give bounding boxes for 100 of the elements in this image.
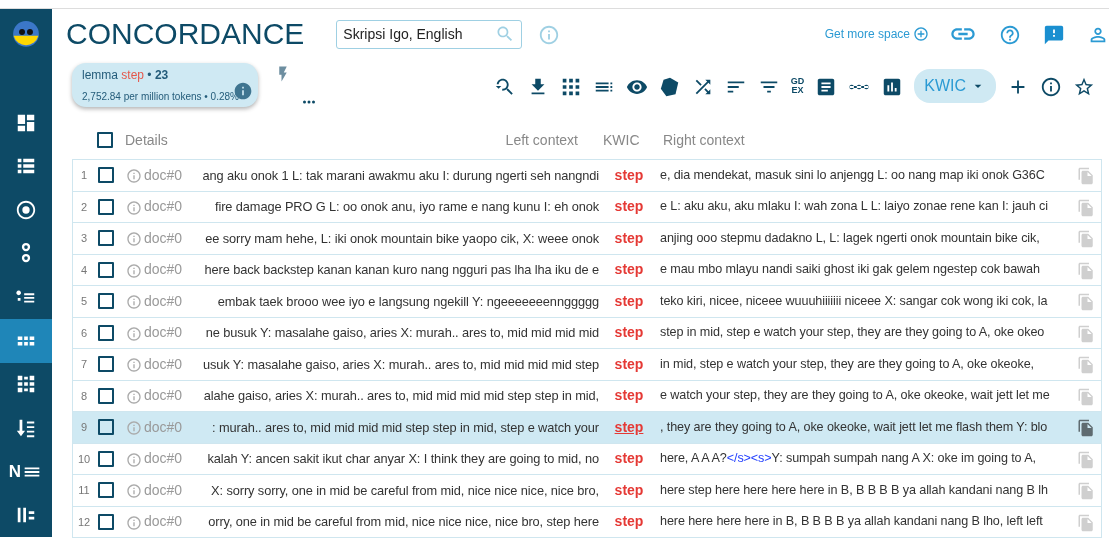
left-context: here back backstep kanan kanan kuro nang ngguri pas lha lha iku de e <box>204 262 599 278</box>
right-context: step in mid, step e watch your step, they are they going to A, oke okeo <box>660 325 1045 340</box>
doc-id: doc#0 <box>144 228 184 248</box>
page-title: CONCORDANCE <box>66 19 305 49</box>
row-number: 1 <box>79 168 89 183</box>
row-number: 5 <box>79 294 89 309</box>
row-number: 6 <box>79 325 89 341</box>
row-checkbox[interactable] <box>98 167 114 184</box>
row-checkbox[interactable] <box>98 261 114 278</box>
row-number: 4 <box>79 262 89 278</box>
concordance-row[interactable]: 12 doc#0 orry, one in mid be careful from mid, nice nice nice, nice bro, step here step here here here here in B, B B B B ya allah kandani nang B lho, left left <box>73 506 1101 538</box>
left-context: embak taek brooo wee iyo e langsung ngekill Y: ngeeeeeeennggggg <box>217 293 599 309</box>
right-context: anjing ooo stepmu dadakno L, L: lagek ngerti onok mountain bike cik, <box>660 230 1040 245</box>
keyword[interactable]: step <box>614 481 644 498</box>
left-context: ee sorry mam hehe, L: iki onok mountain bike yaopo cik, X: weee onok <box>205 230 599 246</box>
left-context: fire damage PRO G L: oo onok anu, iyo rame e nang kunu I: eh onok <box>214 199 599 215</box>
row-checkbox[interactable] <box>98 387 114 404</box>
column-header: KWIC <box>602 130 641 150</box>
left-context: X: sorry sorry, one in mid be careful from mid, nice nice nice, nice bro, <box>211 482 599 498</box>
select-all-checkbox[interactable] <box>97 132 113 148</box>
keyword[interactable]: step <box>614 450 644 467</box>
doc-id: doc#0 <box>144 323 184 343</box>
doc-id: doc#0 <box>144 354 184 374</box>
left-context: ang aku onok 1 L: tak marani awakmu aku I: durung ngerti seh nangndi <box>202 167 599 183</box>
row-number: 7 <box>79 357 89 372</box>
right-context: e, dia mendekat, masuk sini lo anjengg L: oo nang map iki onok G36C <box>660 167 1045 182</box>
keyword[interactable]: step <box>614 513 644 530</box>
concordance-row[interactable]: 2 doc#0 fire damage PRO G L: oo onok anu, iyo rame e nang kunu I: eh onok step e L: aku aku, aku mlaku I: wah zona L L: laiyo zonae rene kan I: jauh ci <box>73 191 1101 223</box>
left-context: kalah Y: ancen sakit ikut char anyar X: I think they are going to mid, no <box>207 451 599 467</box>
row-checkbox[interactable] <box>98 513 114 530</box>
keyword[interactable]: step <box>614 324 644 341</box>
row-checkbox[interactable] <box>98 419 114 436</box>
keyword[interactable]: step <box>614 198 644 215</box>
left-context: ne busuk Y: masalahe gaiso, aries X: murah.. ares to, mid mid mid mid <box>205 325 599 341</box>
left-context: alahe gaiso, aries X: murah.. ares to, mid mid mid mid step step in mid, <box>203 388 599 404</box>
column-header: Left context <box>505 130 578 150</box>
concordance-row[interactable]: 10 doc#0 kalah Y: ancen sakit ikut char anyar X: I think they are going to mid, no step here, A A A?</s><s>Y: sumpah sumpah nang A X: oke im going to A, <box>73 443 1101 475</box>
right-context: teko kiri, nicee, niceee wuuuhiiiiiii niceee X: sangar cok wong iki cok, la <box>660 293 1048 308</box>
doc-id: doc#0 <box>144 449 184 469</box>
info-icon[interactable] <box>1040 75 1062 98</box>
feedback-icon[interactable] <box>1043 23 1065 46</box>
copy-icon[interactable] <box>1077 419 1095 438</box>
right-context: here step here here here here in B, B B B B ya allah kandani nang B lh <box>660 482 1048 497</box>
sidebar-item[interactable] <box>0 318 52 363</box>
doc-id: doc#0 <box>144 197 184 217</box>
corpus-field[interactable]: Skripsi Igo, English <box>336 19 523 49</box>
keyword[interactable]: step <box>614 261 644 278</box>
column-header: Right context <box>662 130 746 150</box>
row-number: 3 <box>79 231 89 246</box>
concordance-row[interactable]: 6 doc#0 ne busuk Y: masalahe gaiso, aries X: murah.. ares to, mid mid mid mid step step in mid, step e watch your step, they are they going to A, oke okeo <box>73 317 1101 349</box>
row-number: 8 <box>79 388 89 404</box>
right-context: e mau mbo mlayu nandi saiki ghost iki gak gelem ngestep cok bawah <box>660 262 1040 277</box>
left-context: : murah.. ares to, mid mid mid mid step step in mid, step e watch your <box>212 419 599 435</box>
doc-id: doc#0 <box>144 386 184 406</box>
target-icon <box>15 198 37 221</box>
right-context: , they are they going to A, oke okeoke, wait jett let me flash them Y: blo <box>660 419 1048 434</box>
concordance-row[interactable]: 9 doc#0 : murah.. ares to, mid mid mid mid step step in mid, step e watch your step , they are they going to A, oke okeoke, wait jett let me flash them Y: blo <box>73 412 1101 444</box>
keyword[interactable]: step <box>614 166 644 183</box>
frequency-text: 2,752.84 per million tokens • 0.28% <box>82 90 240 104</box>
left-context: orry, one in mid be careful from mid, nice nice nice, nice bro, step here <box>208 514 599 530</box>
concordance-row[interactable]: 4 doc#0 here back backstep kanan kanan kuro nang ngguri pas lha lha iku de e step e mau mbo mlayu nandi saiki ghost iki gak gelem ngestep cok bawah <box>73 254 1101 286</box>
row-checkbox[interactable] <box>98 198 114 215</box>
row-checkbox[interactable] <box>98 293 114 310</box>
concordance-row[interactable]: 5 doc#0 embak taek brooo wee iyo e langsung ngekill Y: ngeeeeeeennggggg step teko kiri, nicee, niceee wuuuhiiiiiii niceee X: sangar cok wong iki cok, la <box>73 286 1101 318</box>
help-icon[interactable] <box>999 23 1021 46</box>
right-context: here here here here in B, B B B B ya allah kandani nang B lho, left left <box>660 514 1043 529</box>
keyword[interactable]: step <box>614 387 644 404</box>
keyword[interactable]: step <box>614 292 644 309</box>
concordance-row[interactable]: 1 doc#0 ang aku onok 1 L: tak marani awakmu aku I: durung ngerti seh nangndi step e, dia mendekat, masuk sini lo anjengg L: oo nang map iki onok G36C <box>73 160 1101 192</box>
row-checkbox[interactable] <box>98 482 114 499</box>
row-number: 9 <box>79 420 89 435</box>
row-number: 10 <box>76 451 92 467</box>
query-label: lemma step • 23 <box>82 67 170 84</box>
column-header: Details <box>124 130 169 150</box>
gdex-button[interactable]: GD EX <box>790 77 805 95</box>
row-number: 12 <box>76 514 92 530</box>
row-checkbox[interactable] <box>98 356 114 373</box>
row-checkbox[interactable] <box>98 450 114 467</box>
logo-icon[interactable] <box>13 21 39 47</box>
row-number: 11 <box>77 483 91 498</box>
row-number: 2 <box>79 199 89 215</box>
keyword[interactable]: step <box>614 229 644 246</box>
doc-id: doc#0 <box>144 260 184 280</box>
doc-id: doc#0 <box>144 417 184 437</box>
concordance-row[interactable]: 7 doc#0 usuk Y: masalahe gaiso, aries X: murah.. ares to, mid mid mid mid step step in mid, step e watch your step, they are they going to A, oke okeoke, <box>73 349 1101 381</box>
right-context: e watch your step, they are they going to A, oke okeoke, wait jett let me <box>660 388 1050 403</box>
keyword[interactable]: step <box>614 355 644 372</box>
right-context: here, A A A?</s><s>Y: sumpah sumpah nang A X: oke im going to A, <box>660 451 1036 466</box>
concordance-row[interactable]: 11 doc#0 X: sorry sorry, one in mid be careful from mid, nice nice nice, nice bro, step here step here here here here in B, B B B B ya allah kandani nang B lh <box>73 475 1101 507</box>
row-checkbox[interactable] <box>98 230 114 247</box>
right-context: e L: aku aku, aku mlaku I: wah zona L L: laiyo zonae rene kan I: jauh ci <box>660 199 1048 214</box>
doc-id: doc#0 <box>144 291 184 311</box>
concordance-row[interactable]: 3 doc#0 ee sorry mam hehe, L: iki onok mountain bike yaopo cik, X: weee onok step anjing ooo stepmu dadakno L, L: lagek ngerti onok mountain bike cik, <box>73 223 1101 255</box>
doc-id: doc#0 <box>144 165 184 185</box>
doc-id: doc#0 <box>144 512 184 532</box>
left-context: usuk Y: masalahe gaiso, aries X: murah.. ares to, mid mid mid mid step <box>202 356 599 372</box>
ngram-button[interactable]: N <box>0 449 52 494</box>
right-context: in mid, step e watch your step, they are they going to A, oke okeoke, <box>660 356 1034 371</box>
doc-id: doc#0 <box>144 480 184 500</box>
row-checkbox[interactable] <box>98 324 114 341</box>
